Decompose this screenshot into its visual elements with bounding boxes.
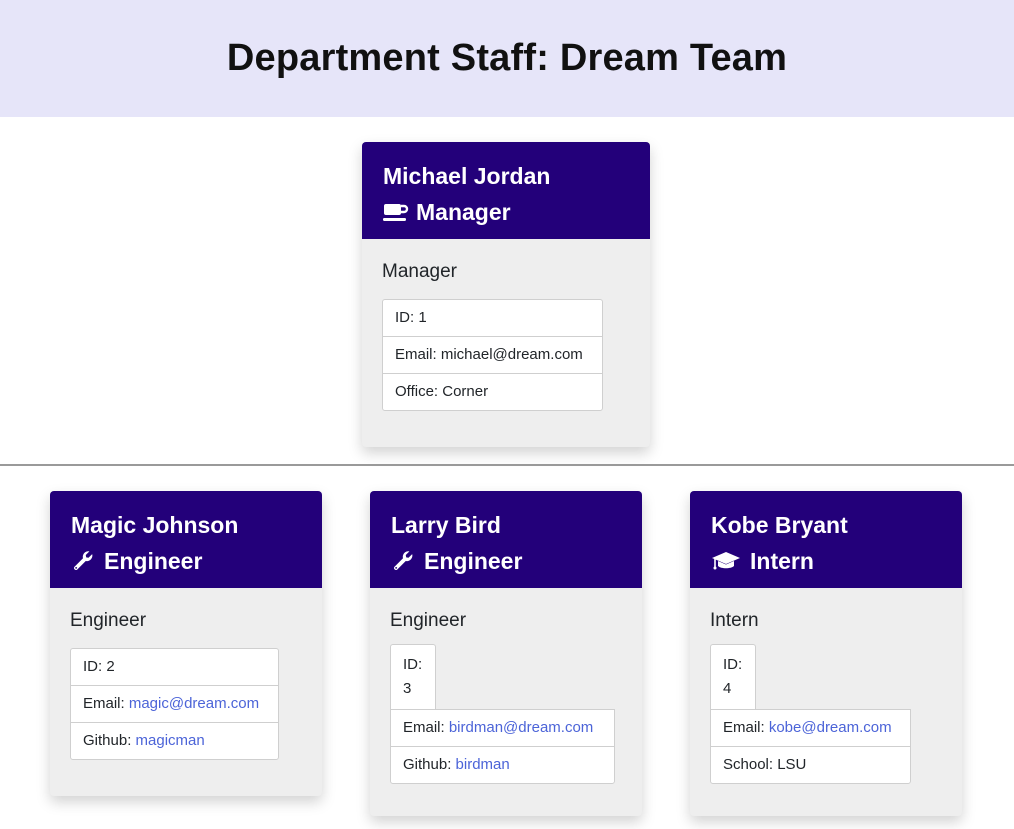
- section-divider: [0, 464, 1014, 466]
- employee-role: Intern: [711, 543, 942, 579]
- school-item: School: LSU: [723, 756, 807, 773]
- employee-name: Magic Johnson: [71, 512, 239, 538]
- wrench-icon: [71, 550, 97, 572]
- github-link[interactable]: magicman: [136, 732, 205, 749]
- github-item: Github: birdman: [403, 756, 510, 773]
- intern-card: Kobe Bryant Intern Intern ID: 4 Email: k…: [690, 491, 962, 816]
- info-list: ID: 1 Email: michael@dream.com Office: C…: [382, 299, 603, 411]
- role-label: Engineer: [104, 548, 203, 574]
- info-list: ID: 2 Email: magic@dream.com Github: mag…: [70, 648, 279, 760]
- github-link[interactable]: birdman: [456, 756, 510, 773]
- card-body: Engineer ID: 2 Email: magic@dream.com Gi…: [50, 588, 322, 796]
- page-header: Department Staff: Dream Team: [0, 0, 1014, 117]
- office-item: Office: Corner: [395, 383, 489, 400]
- page-title: Department Staff: Dream Team: [226, 37, 788, 79]
- employee-role: Manager: [383, 194, 630, 230]
- wrench-icon: [391, 550, 417, 572]
- email-link[interactable]: magic@dream.com: [129, 695, 259, 712]
- card-subtitle: Engineer: [390, 610, 467, 631]
- email-item: Email: michael@dream.com: [383, 337, 602, 374]
- id-item: ID: 1: [383, 300, 602, 337]
- card-header: Kobe Bryant Intern: [690, 491, 962, 588]
- id-value: 4: [723, 680, 732, 697]
- github-item: Github: magicman: [83, 732, 205, 749]
- employee-name: Larry Bird: [391, 512, 501, 538]
- id-item: ID: 3: [390, 644, 436, 709]
- manager-card: Michael Jordan Manager Manager ID: 1 Ema…: [362, 142, 650, 447]
- engineer-card: Larry Bird Engineer Engineer ID: 3 Email…: [370, 491, 642, 816]
- email-item: Email: birdman@dream.com: [391, 710, 614, 747]
- info-list: Email: birdman@dream.com Github: birdman: [390, 709, 615, 784]
- id-item: ID: 4: [710, 644, 756, 709]
- role-label: Intern: [750, 548, 814, 574]
- employee-role: Engineer: [391, 543, 622, 579]
- info-list: Email: kobe@dream.com School: LSU: [710, 709, 911, 784]
- id-label: ID:: [403, 656, 423, 673]
- card-header: Michael Jordan Manager: [362, 142, 650, 239]
- card-body: Engineer ID: 3 Email: birdman@dream.com …: [370, 588, 642, 816]
- engineer-card: Magic Johnson Engineer Engineer ID: 2 Em…: [50, 491, 322, 796]
- card-body: Intern ID: 4 Email: kobe@dream.com Schoo…: [690, 588, 962, 816]
- email-link[interactable]: kobe@dream.com: [769, 719, 892, 736]
- employee-name: Kobe Bryant: [711, 512, 848, 538]
- employee-name: Michael Jordan: [383, 163, 551, 189]
- coffee-icon: [383, 201, 409, 223]
- role-label: Manager: [416, 199, 511, 225]
- card-subtitle: Manager: [382, 261, 457, 282]
- card-header: Larry Bird Engineer: [370, 491, 642, 588]
- card-header: Magic Johnson Engineer: [50, 491, 322, 588]
- card-subtitle: Intern: [710, 610, 759, 631]
- email-item: Email: magic@dream.com: [71, 686, 278, 723]
- graduation-cap-icon: [711, 550, 743, 572]
- id-value: 3: [403, 680, 412, 697]
- id-item: ID: 2: [71, 649, 278, 686]
- card-subtitle: Engineer: [70, 610, 147, 631]
- role-label: Engineer: [424, 548, 523, 574]
- card-body: Manager ID: 1 Email: michael@dream.com O…: [362, 239, 650, 447]
- employee-role: Engineer: [71, 543, 302, 579]
- email-item: Email: kobe@dream.com: [711, 710, 910, 747]
- id-label: ID:: [723, 656, 743, 673]
- email-link[interactable]: birdman@dream.com: [449, 719, 593, 736]
